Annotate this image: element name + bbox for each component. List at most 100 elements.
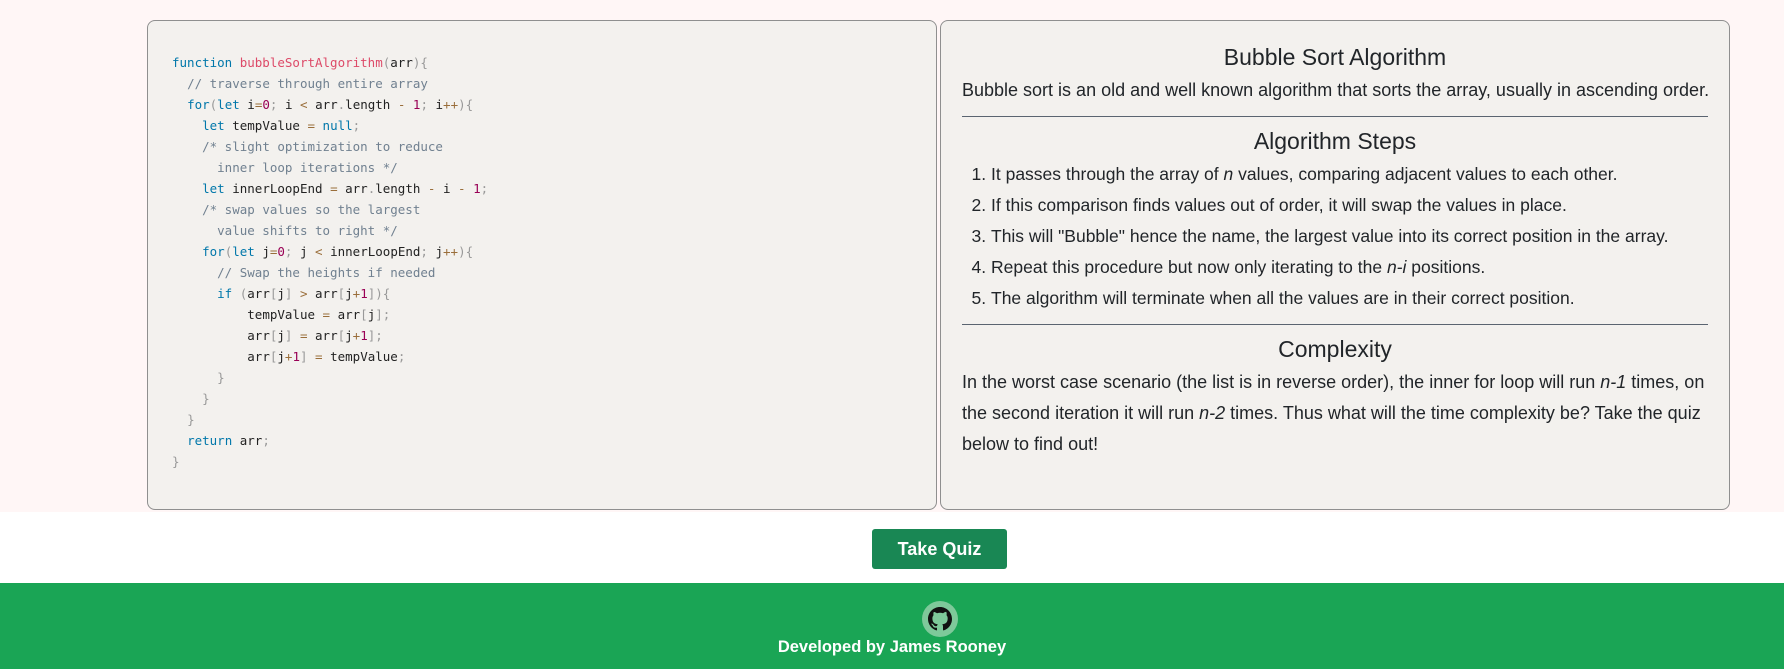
- github-icon[interactable]: [922, 601, 958, 637]
- info-panel: Bubble Sort Algorithm Bubble sort is an …: [940, 20, 1730, 510]
- code-token: inner loop iterations */: [217, 160, 398, 175]
- code-token: =: [330, 181, 346, 196]
- code-line: function bubbleSortAlgorithm(arr){: [172, 52, 488, 73]
- step-item: It passes through the array of n values,…: [991, 159, 1708, 190]
- code-token: [: [337, 328, 346, 343]
- code-token: let: [202, 118, 233, 133]
- code-token: j: [345, 328, 353, 343]
- code-token: -: [427, 181, 443, 196]
- code-token: arr: [315, 286, 338, 301]
- code-token: value shifts to right */: [217, 223, 398, 238]
- code-token: }: [202, 391, 210, 406]
- step-text: This will "Bubble" hence the name, the l…: [991, 226, 1669, 246]
- code-line: }: [172, 367, 488, 388]
- code-token: ]){: [367, 286, 391, 301]
- code-token: ;: [262, 433, 270, 448]
- algorithm-title: Bubble Sort Algorithm: [1223, 44, 1447, 70]
- code-token: ){: [458, 244, 474, 259]
- code-token: j: [262, 244, 270, 259]
- step-text: The algorithm will terminate when all th…: [991, 288, 1575, 308]
- code-token: if: [217, 286, 240, 301]
- code-token: ){: [412, 55, 428, 70]
- code-token: 0: [262, 97, 270, 112]
- code-line: /* slight optimization to reduce: [172, 136, 488, 157]
- code-token: arr: [315, 328, 338, 343]
- code-token: 1: [292, 349, 300, 364]
- step-text: positions.: [1406, 257, 1486, 277]
- code-line: arr[j] = arr[j+1];: [172, 325, 488, 346]
- code-token: ;: [269, 97, 285, 112]
- code-token: j: [277, 349, 285, 364]
- code-token: ++: [443, 97, 459, 112]
- code-token: ;: [352, 118, 361, 133]
- code-token: i: [435, 97, 444, 112]
- divider: [962, 324, 1708, 325]
- code-token: ]: [284, 328, 300, 343]
- code-token: i: [442, 181, 459, 196]
- footer: Developed by James Rooney: [0, 583, 1784, 669]
- step-item: Repeat this procedure but now only itera…: [991, 252, 1708, 283]
- code-token: i: [247, 97, 255, 112]
- code-panel: function bubbleSortAlgorithm(arr){ // tr…: [147, 20, 937, 510]
- code-token: }: [187, 412, 195, 427]
- code-token: tempValue: [330, 349, 398, 364]
- code-token: >: [299, 286, 316, 301]
- code-token: =: [322, 307, 338, 322]
- code-token: arr: [315, 97, 338, 112]
- code-token: j: [435, 244, 444, 259]
- code-block: function bubbleSortAlgorithm(arr){ // tr…: [172, 52, 488, 472]
- step-text: n: [1223, 164, 1234, 184]
- complexity-segment: n-1: [1600, 372, 1627, 392]
- code-token: arr: [247, 286, 270, 301]
- complexity-segment: n-2: [1199, 403, 1226, 423]
- code-token: -: [458, 181, 474, 196]
- code-token: 0: [277, 244, 285, 259]
- code-token: arr: [345, 181, 368, 196]
- code-line: let tempValue = null;: [172, 115, 488, 136]
- code-token: for: [202, 244, 225, 259]
- step-text: It passes through the array of: [991, 164, 1224, 184]
- code-token: j: [277, 286, 285, 301]
- code-line: }: [172, 388, 488, 409]
- steps-list: It passes through the array of n values,…: [962, 159, 1708, 314]
- code-token: [: [337, 286, 346, 301]
- code-token: }: [172, 454, 180, 469]
- code-token: ];: [367, 328, 383, 343]
- code-token: length: [375, 181, 428, 196]
- code-line: for(let i=0; i < arr.length - 1; i++){: [172, 94, 488, 115]
- code-token: let: [202, 181, 233, 196]
- code-token: =: [315, 349, 331, 364]
- take-quiz-button[interactable]: Take Quiz: [872, 529, 1007, 569]
- code-token: /* slight optimization to reduce: [202, 139, 443, 154]
- developer-credit: Developed by James Rooney: [777, 638, 1007, 656]
- steps-title: Algorithm Steps: [1253, 128, 1417, 154]
- code-line: inner loop iterations */: [172, 157, 488, 178]
- code-token: ]: [299, 349, 316, 364]
- code-line: }: [172, 451, 488, 472]
- code-token: // traverse through entire array: [187, 76, 428, 91]
- code-token: bubbleSortAlgorithm: [239, 55, 383, 70]
- code-token: ;: [420, 244, 436, 259]
- code-line: }: [172, 409, 488, 430]
- code-token: ;: [420, 97, 436, 112]
- code-line: /* swap values so the largest: [172, 199, 488, 220]
- code-line: value shifts to right */: [172, 220, 488, 241]
- code-token: <: [315, 244, 331, 259]
- code-line: arr[j+1] = tempValue;: [172, 346, 488, 367]
- code-token: i: [284, 97, 300, 112]
- code-token: j: [345, 286, 353, 301]
